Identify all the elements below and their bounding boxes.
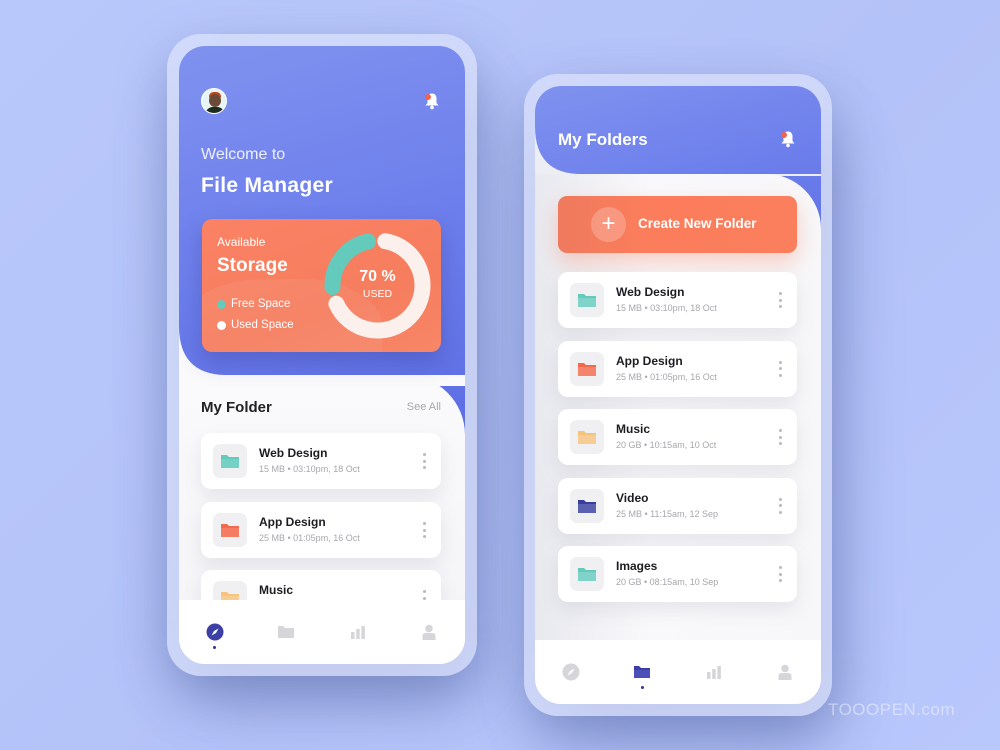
plus-icon: + (591, 207, 626, 242)
nav-profile[interactable] (765, 652, 805, 692)
folder-icon-box (570, 488, 604, 523)
more-options-icon[interactable] (779, 360, 783, 377)
folder-name: Images (616, 559, 658, 573)
more-options-icon[interactable] (423, 453, 427, 469)
avatar-face (209, 94, 221, 107)
see-all-link[interactable]: See All (407, 401, 441, 413)
folder-name: Video (616, 490, 649, 505)
bottom-nav (535, 640, 821, 704)
folder-card[interactable]: App Design 25 MB • 01:05pm, 16 Oct (558, 340, 797, 397)
folder-icon-box (570, 283, 604, 317)
welcome-text: Welcome to (201, 146, 286, 163)
more-options-icon[interactable] (779, 292, 783, 308)
legend-dot-free (217, 299, 226, 309)
folder-name: App Design (616, 353, 683, 368)
folder-icon-box (213, 444, 247, 478)
watermark: TOOOPEN.com (828, 700, 956, 719)
notification-dot (425, 94, 431, 100)
active-indicator (640, 686, 644, 689)
bell-icon[interactable] (424, 92, 440, 110)
folder-name: Web Design (616, 285, 685, 299)
folder-meta: 20 GB • 10:15am, 10 Oct (616, 440, 717, 450)
legend-dot-used (217, 320, 226, 330)
legend-used-space: Used Space (217, 319, 294, 331)
nav-folders[interactable] (622, 652, 662, 692)
user-icon (422, 624, 436, 640)
nav-explore[interactable] (195, 612, 235, 652)
folder-card[interactable]: Images 20 GB • 08:15am, 10 Sep (558, 546, 797, 602)
nav-folders[interactable] (266, 612, 306, 652)
bell-icon[interactable] (780, 130, 796, 148)
compass-icon (562, 663, 580, 681)
storage-label: Available (217, 235, 266, 249)
folder-icon (634, 666, 651, 678)
folder-card-web-design[interactable]: Web Design 15 MB • 03:10pm, 18 Oct (201, 433, 441, 489)
nav-profile[interactable] (409, 612, 449, 652)
user-icon (778, 664, 792, 680)
storage-title: Storage (217, 255, 288, 276)
more-options-icon[interactable] (779, 566, 783, 582)
avatar-body (205, 107, 225, 113)
folder-icon (221, 455, 239, 468)
folder-meta: 25 MB • 01:05pm, 16 Oct (259, 533, 360, 543)
nav-stats[interactable] (694, 652, 734, 692)
folders-screen: My Folders + Create New Folder Web Desig… (535, 86, 821, 704)
donut-percent: 70 % (359, 268, 396, 285)
legend-label: Used Space (231, 319, 294, 331)
storage-donut-chart: 70 % USED (323, 231, 432, 340)
storage-card[interactable]: Available Storage Free Space Used Space … (202, 219, 441, 352)
folder-meta: 25 MB • 11:15am, 12 Sep (616, 508, 719, 519)
folder-icon-box (213, 513, 247, 547)
folder-card[interactable]: Video 25 MB • 11:15am, 12 Sep (558, 477, 797, 534)
create-new-folder-button[interactable]: + Create New Folder (558, 196, 797, 253)
app-title: File Manager (201, 174, 333, 197)
donut-sublabel: USED (362, 288, 393, 300)
section-title: My Folder (201, 399, 272, 416)
folder-meta: 20 GB • 08:15am, 10 Sep (616, 577, 719, 587)
folder-icon-box (570, 351, 604, 386)
compass-icon (206, 623, 224, 641)
folder-icon-box (570, 557, 604, 591)
folder-icon-box (570, 420, 604, 454)
create-button-label: Create New Folder (638, 216, 757, 231)
folder-meta: 15 MB • 03:10pm, 18 Oct (259, 464, 360, 474)
folder-icon (578, 362, 596, 376)
nav-stats[interactable] (338, 612, 378, 652)
chart-icon (350, 626, 365, 639)
legend-label: Free Space (231, 298, 291, 310)
legend-free-space: Free Space (217, 298, 290, 310)
more-options-icon[interactable] (779, 429, 783, 445)
folder-icon (578, 431, 596, 444)
folder-icon (578, 294, 596, 307)
folder-name: Music (616, 422, 651, 436)
avatar[interactable] (201, 88, 227, 114)
folder-meta: 15 MB • 03:10pm, 18 Oct (616, 303, 717, 313)
folder-meta: 25 MB • 01:05pm, 16 Oct (616, 371, 717, 382)
folder-icon (221, 524, 239, 537)
more-options-icon[interactable] (423, 522, 427, 538)
folder-card[interactable]: Music 20 GB • 10:15am, 10 Oct (558, 409, 797, 465)
bottom-nav (179, 600, 465, 664)
page-title: My Folders (558, 130, 648, 149)
folder-name: Web Design (259, 446, 328, 460)
nav-explore[interactable] (551, 652, 591, 692)
notification-dot (781, 132, 787, 138)
more-options-icon[interactable] (779, 497, 783, 514)
folder-icon (578, 499, 596, 513)
home-screen: Welcome to File Manager Available Storag… (179, 46, 465, 664)
folder-card-app-design[interactable]: App Design 25 MB • 01:05pm, 16 Oct (201, 502, 441, 558)
folder-name: Music (259, 583, 294, 597)
chart-icon (706, 666, 721, 679)
folder-icon (278, 626, 295, 638)
folder-icon (578, 568, 596, 581)
folder-card[interactable]: Web Design 15 MB • 03:10pm, 18 Oct (558, 272, 797, 328)
active-indicator (213, 646, 217, 649)
folder-name: App Design (259, 515, 326, 529)
